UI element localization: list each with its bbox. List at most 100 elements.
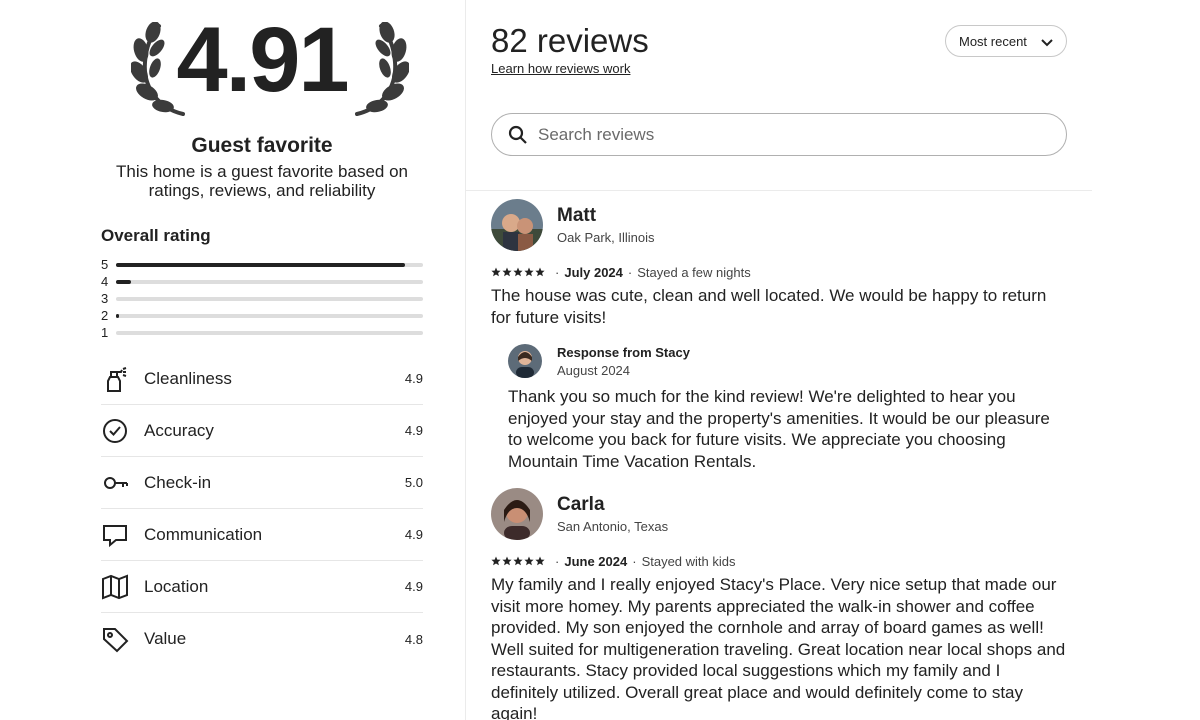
rating-summary: 4.91 Guest favorite This home is a guest… bbox=[101, 0, 423, 665]
category-value: 4.9 bbox=[404, 527, 423, 542]
sort-dropdown[interactable]: Most recent bbox=[945, 25, 1067, 57]
star-icon bbox=[535, 556, 545, 566]
host-avatar[interactable] bbox=[508, 344, 542, 378]
histogram-bar bbox=[116, 279, 132, 284]
category-location: Location 4.9 bbox=[101, 561, 423, 613]
map-icon bbox=[102, 574, 128, 599]
spray-bottle-icon bbox=[107, 366, 127, 392]
score-badge: 4.91 bbox=[101, 0, 423, 130]
search-icon bbox=[508, 125, 527, 144]
search-reviews-input[interactable] bbox=[538, 124, 1038, 145]
star-icon bbox=[524, 556, 534, 566]
category-cleanliness: Cleanliness 4.9 bbox=[101, 353, 423, 405]
histogram-track bbox=[116, 296, 423, 301]
review-header: Matt Oak Park, Illinois bbox=[491, 199, 1067, 251]
key-icon bbox=[104, 476, 128, 489]
category-communication: Communication 4.9 bbox=[101, 509, 423, 561]
horizontal-divider bbox=[465, 190, 1092, 191]
histogram-row: 2 bbox=[101, 307, 423, 324]
histogram-row: 3 bbox=[101, 290, 423, 307]
chat-bubble-icon bbox=[103, 524, 127, 547]
star-icon bbox=[491, 556, 501, 566]
histogram-track bbox=[116, 330, 423, 335]
review-date: June 2024 bbox=[564, 553, 628, 569]
star-icon bbox=[502, 556, 512, 566]
reviewer-location: San Antonio, Texas bbox=[557, 519, 669, 534]
category-accuracy: Accuracy 4.9 bbox=[101, 405, 423, 457]
guest-favorite-title: Guest favorite bbox=[191, 134, 333, 157]
histogram-track bbox=[116, 279, 423, 284]
tag-icon bbox=[103, 628, 129, 653]
star-icon bbox=[491, 267, 501, 277]
histogram-label: 1 bbox=[101, 325, 109, 340]
category-label: Value bbox=[144, 629, 187, 648]
review-meta: · June 2024 · Stayed with kids bbox=[491, 552, 1067, 570]
category-value: 4.9 bbox=[404, 423, 423, 438]
host-response-title: Response from Stacy bbox=[557, 344, 690, 360]
review-text: The house was cute, clean and well locat… bbox=[491, 286, 1047, 327]
sort-label: Most recent bbox=[959, 33, 1027, 49]
host-response-header: Response from Stacy August 2024 bbox=[508, 344, 1067, 378]
star-icon bbox=[524, 267, 534, 277]
histogram-row: 5 bbox=[101, 256, 423, 273]
category-label: Accuracy bbox=[144, 420, 214, 440]
category-value-row: Value 4.8 bbox=[101, 613, 423, 665]
reviewer-name: Carla bbox=[557, 494, 605, 515]
review-item: Carla San Antonio, Texas · June 2024 · S… bbox=[491, 488, 1067, 720]
separator-dot: · bbox=[627, 264, 633, 280]
star-rating bbox=[491, 267, 545, 277]
star-icon bbox=[513, 556, 523, 566]
stay-type: Stayed a few nights bbox=[637, 264, 751, 280]
histogram-track bbox=[116, 313, 423, 318]
category-value: 4.9 bbox=[404, 371, 423, 386]
histogram-label: 3 bbox=[101, 291, 109, 306]
review-item: Matt Oak Park, Illinois · July 2024 · St… bbox=[491, 199, 1067, 472]
host-response-text: Thank you so much for the kind review! W… bbox=[508, 387, 1050, 471]
guest-favorite-description: This home is a guest favorite based on r… bbox=[116, 162, 408, 200]
reviewer-location: Oak Park, Illinois bbox=[557, 230, 655, 245]
histogram-label: 2 bbox=[101, 308, 109, 323]
check-circle-icon bbox=[103, 418, 127, 443]
category-ratings: Cleanliness 4.9 Accuracy 4.9 Check-in 5.… bbox=[101, 353, 423, 665]
histogram-row: 4 bbox=[101, 273, 423, 290]
separator-dot: · bbox=[555, 264, 560, 280]
histogram-label: 4 bbox=[101, 274, 109, 289]
star-icon bbox=[513, 267, 523, 277]
histogram-bar bbox=[116, 313, 120, 318]
review-meta: · July 2024 · Stayed a few nights bbox=[491, 263, 1067, 281]
category-value: 5.0 bbox=[404, 475, 423, 490]
laurel-right-icon bbox=[355, 22, 409, 116]
host-response-date: August 2024 bbox=[557, 362, 631, 378]
review-text: My family and I really enjoyed Stacy's P… bbox=[491, 575, 1066, 720]
category-check-in: Check-in 5.0 bbox=[101, 457, 423, 509]
category-value: 4.8 bbox=[404, 631, 423, 647]
rating-histogram: 5 4 3 2 1 bbox=[101, 256, 423, 341]
star-icon bbox=[502, 267, 512, 277]
histogram-bar bbox=[116, 262, 405, 267]
reviewer-name: Matt bbox=[557, 205, 597, 226]
separator-dot: · bbox=[632, 553, 637, 569]
overall-rating-title: Overall rating bbox=[101, 226, 211, 245]
host-response: Response from Stacy August 2024 Thank yo… bbox=[508, 344, 1067, 472]
category-label: Cleanliness bbox=[144, 368, 232, 388]
category-label: Communication bbox=[144, 524, 263, 544]
avatar[interactable] bbox=[491, 199, 543, 251]
review-date: July 2024 bbox=[564, 264, 623, 280]
histogram-track bbox=[116, 262, 423, 267]
stay-type: Stayed with kids bbox=[641, 553, 736, 569]
star-icon bbox=[535, 267, 545, 277]
category-label: Check-in bbox=[144, 472, 212, 492]
separator-dot: · bbox=[555, 553, 560, 569]
avatar[interactable] bbox=[491, 488, 543, 540]
histogram-label: 5 bbox=[101, 257, 109, 272]
category-value: 4.9 bbox=[404, 579, 423, 594]
star-rating bbox=[491, 556, 545, 566]
learn-how-reviews-work-link[interactable]: Learn how reviews work bbox=[491, 61, 630, 76]
review-header: Carla San Antonio, Texas bbox=[491, 488, 1067, 540]
reviews-count: 82 reviews bbox=[491, 22, 649, 59]
category-label: Location bbox=[144, 576, 209, 596]
vertical-divider bbox=[465, 0, 466, 720]
histogram-row: 1 bbox=[101, 324, 423, 341]
chevron-down-icon bbox=[1041, 39, 1053, 47]
search-reviews-box[interactable] bbox=[491, 113, 1067, 156]
